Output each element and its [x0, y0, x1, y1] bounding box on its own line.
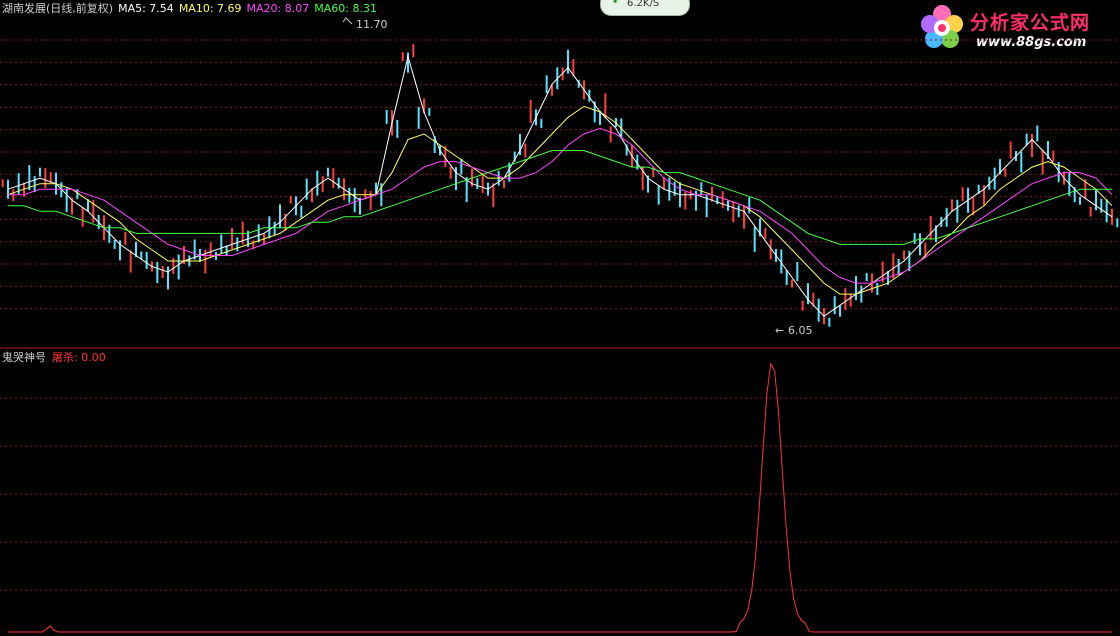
high-price-label: 11.70 [356, 18, 388, 31]
ma-line-ma5 [7, 54, 1113, 317]
stock-chart-window: 湖南发展(日线,前复权) MA5: 7.54 MA10: 7.69 MA20: 8.0… [0, 0, 1120, 636]
low-price-arrow: ← [775, 324, 784, 337]
indicator-panel-header: 鬼哭神号 屠杀: 0.00 [2, 349, 112, 365]
ma-line-ma60 [8, 150, 1112, 245]
chart-canvas: 11.70 6.05 ← [0, 17, 1120, 633]
high-price-marker [342, 17, 353, 25]
indicator-line [8, 362, 1112, 633]
low-price-label: 6.05 [788, 324, 813, 337]
indicator-value-label: 屠杀: 0.00 [52, 351, 106, 364]
indicator-name: 鬼哭神号 [2, 351, 46, 364]
